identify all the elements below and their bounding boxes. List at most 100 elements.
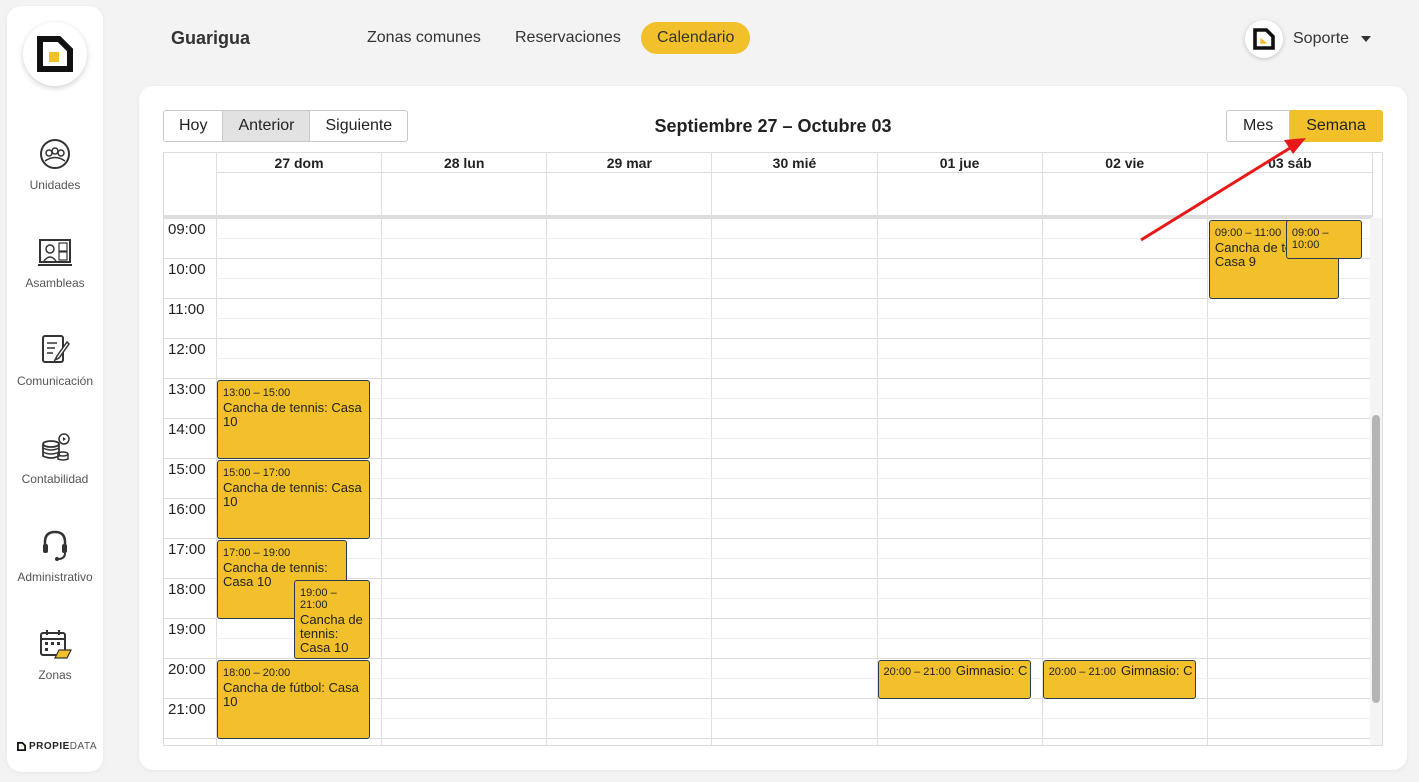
brand-wordmark: PROPIE DATA (17, 741, 97, 752)
half-hour-line (216, 678, 1372, 679)
sidebar-item-comunicacion[interactable]: Comunicación (7, 332, 103, 388)
event-time: 18:00 – 20:00 (223, 667, 291, 679)
nav-calendario[interactable]: Calendario (641, 22, 751, 54)
all-day-cell[interactable] (546, 173, 711, 217)
time-label: 12:00 (168, 341, 206, 358)
time-label: 18:00 (168, 581, 206, 598)
day-header: 29 mar (546, 153, 712, 173)
half-hour-line (216, 718, 1372, 719)
user-menu[interactable]: Soporte (1245, 20, 1372, 58)
hour-line (164, 338, 1372, 339)
all-day-cell[interactable] (381, 173, 546, 217)
users-circle-icon (40, 139, 70, 169)
next-button[interactable]: Siguiente (310, 110, 409, 142)
time-label: 21:00 (168, 701, 206, 718)
event-title: Gimnasio: C (1120, 663, 1193, 678)
hour-line (164, 258, 1372, 259)
day-header: 27 dom (216, 153, 382, 173)
calendar-event[interactable]: 18:00 – 20:00 Cancha de fútbol: Casa 10 (217, 660, 370, 739)
week-calendar-grid: 21:00 20:00 19:00 18:00 17:00 16:00 15:00 14:00… (163, 152, 1383, 746)
sidebar-item-administrativo[interactable]: Administrativo (7, 528, 103, 584)
view-buttons: Mes Semana (1226, 110, 1383, 142)
time-label: 13:00 (168, 381, 206, 398)
hour-line (164, 218, 1372, 219)
all-day-cell[interactable] (876, 173, 1042, 217)
event-time: 15:00 – 17:00 (223, 467, 291, 479)
brand-logo-icon (17, 742, 26, 751)
hour-line (164, 298, 1372, 299)
sidebar-item-label: Administrativo (17, 570, 93, 584)
scrollbar-thumb[interactable] (1372, 415, 1380, 703)
user-logo-icon (1253, 28, 1275, 50)
event-title: Cancha de tennis: Casa 10 (300, 612, 363, 655)
app-logo-icon (37, 36, 73, 72)
event-time: 09:00 – 10:00 (1291, 227, 1329, 251)
half-hour-line (216, 318, 1372, 319)
sidebar-item-label: Comunicación (16, 374, 94, 388)
half-hour-line (216, 518, 1372, 519)
time-label: 11:00 (168, 301, 205, 318)
event-time: 19:00 – 21:00 (300, 587, 337, 611)
previous-button[interactable]: Anterior (223, 110, 311, 142)
calendar-event[interactable]: 20:00 – 21:00 Gimnasio: C (1042, 660, 1196, 699)
day-header: 02 vie (1041, 153, 1207, 173)
calendar-event[interactable]: 19:00 – 21:00 Cancha de tennis: Casa 10 (294, 580, 370, 659)
headset-icon (43, 530, 67, 561)
sidebar-item-contabilidad[interactable]: Contabilidad (7, 430, 103, 486)
half-hour-line (216, 398, 1372, 399)
date-nav-buttons: Hoy Anterior Siguiente (163, 110, 409, 142)
half-hour-line (216, 558, 1372, 559)
hour-line (164, 378, 1372, 379)
half-hour-line (216, 478, 1372, 479)
sidebar: Unidades Asambleas Comunicación Contabil… (7, 6, 103, 772)
user-name: Soporte (1293, 30, 1350, 47)
chevron-down-icon[interactable] (1361, 36, 1372, 42)
app-logo[interactable] (23, 22, 87, 86)
calendar-event[interactable]: 13:00 – 15:00 Cancha de tennis: Casa 10 (217, 380, 370, 459)
all-day-cell[interactable] (1206, 173, 1372, 217)
week-view-button[interactable]: Semana (1290, 110, 1383, 142)
event-time: 20:00 – 21:00 (883, 666, 951, 678)
day-header: 01 jue (876, 153, 1042, 173)
sidebar-item-label: Asambleas (25, 276, 85, 290)
time-label: 09:00 (168, 221, 206, 238)
all-day-cell[interactable] (216, 173, 381, 217)
half-hour-line (216, 638, 1372, 639)
brand-light: DATA (69, 741, 97, 752)
document-edit-icon (42, 335, 70, 363)
time-label: 17:00 (168, 541, 206, 558)
sidebar-item-label: Contabilidad (21, 472, 89, 486)
event-time: 13:00 – 15:00 (223, 387, 291, 399)
video-meeting-icon (38, 239, 72, 266)
sidebar-item-asambleas[interactable]: Asambleas (7, 234, 103, 290)
nav-reservaciones[interactable]: Reservaciones (499, 22, 637, 54)
time-label: 15:00 (168, 461, 206, 478)
day-header: 30 mié (711, 153, 877, 173)
half-hour-line (216, 438, 1372, 439)
month-view-button[interactable]: Mes (1226, 110, 1291, 142)
event-time: 20:00 – 21:00 (1048, 666, 1116, 678)
sidebar-item-zonas[interactable]: Zonas (7, 626, 103, 682)
half-hour-line (216, 278, 1372, 279)
avatar[interactable] (1245, 20, 1283, 58)
all-day-cell[interactable] (1041, 173, 1207, 217)
calendar-zone-icon (40, 630, 72, 659)
calendar-event[interactable]: 09:00 – 10:00 (1285, 220, 1362, 259)
time-label: 10:00 (168, 261, 206, 278)
grid-line (1371, 153, 1373, 217)
day-header: 28 lun (381, 153, 547, 173)
calendar-event[interactable]: 20:00 – 21:00 Gimnasio: C (877, 660, 1031, 699)
time-label: 16:00 (168, 501, 206, 518)
nav-zonas-comunes[interactable]: Zonas comunes (351, 22, 497, 54)
event-title: Cancha de tennis: Casa 10 (223, 480, 362, 509)
coins-icon (42, 433, 70, 461)
brand-bold: PROPIE (29, 741, 70, 752)
sidebar-item-unidades[interactable]: Unidades (7, 136, 103, 192)
time-label: 14:00 (168, 421, 206, 438)
sidebar-item-label: Unidades (29, 178, 81, 192)
calendar-event[interactable]: 15:00 – 17:00 Cancha de tennis: Casa 10 (217, 460, 370, 539)
all-day-cell[interactable] (711, 173, 876, 217)
half-hour-line (216, 358, 1372, 359)
day-header: 03 sáb (1206, 153, 1372, 173)
today-button[interactable]: Hoy (163, 110, 224, 142)
